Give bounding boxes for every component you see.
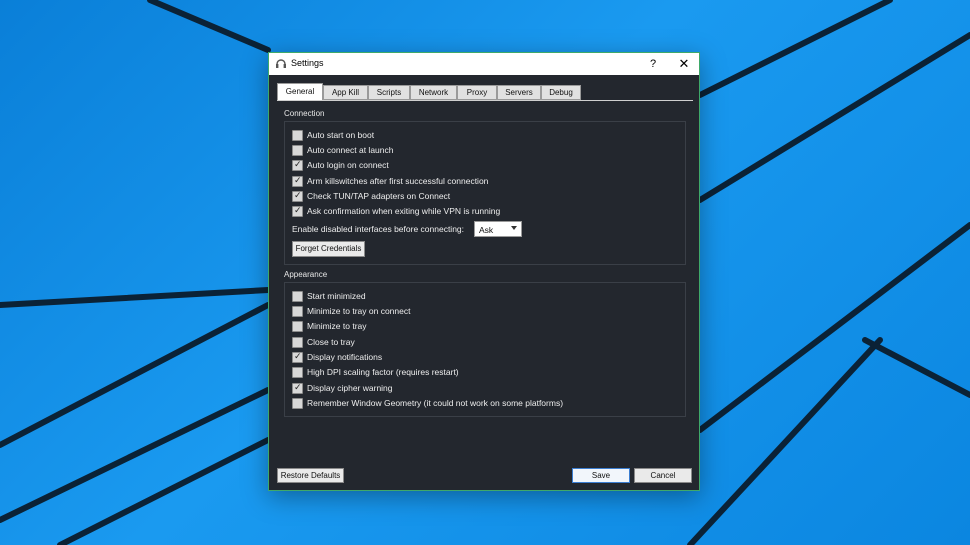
option-label: Minimize to tray on connect xyxy=(307,306,411,316)
checkbox[interactable]: ✓ xyxy=(292,351,303,363)
option-label: Minimize to tray xyxy=(307,321,367,331)
checkbox[interactable] xyxy=(292,306,303,317)
appearance-group xyxy=(284,282,686,417)
tab-proxy[interactable]: Proxy xyxy=(457,85,497,100)
option-label: Auto start on boot xyxy=(307,130,375,140)
option-label: Close to tray xyxy=(307,337,355,347)
cancel-button[interactable]: Cancel xyxy=(634,468,692,483)
interfaces-select-value: Ask xyxy=(479,225,494,235)
tab-servers[interactable]: Servers xyxy=(497,85,541,100)
forget-credentials-button[interactable]: Forget Credentials xyxy=(292,241,365,257)
appearance-section-label: Appearance xyxy=(284,270,328,279)
tab-debug[interactable]: Debug xyxy=(541,85,581,100)
option-label: Display notifications xyxy=(307,352,383,362)
restore-defaults-button[interactable]: Restore Defaults xyxy=(277,468,344,483)
checkbox[interactable] xyxy=(292,367,303,378)
checkbox[interactable]: ✓ xyxy=(292,190,303,202)
help-button[interactable]: ? xyxy=(641,55,665,73)
settings-window: Settings ? ✕ General App Kill Scripts Ne… xyxy=(268,52,700,491)
option-label: Check TUN/TAP adapters on Connect xyxy=(307,191,451,201)
option-label: Auto login on connect xyxy=(307,160,389,170)
option-label: High DPI scaling factor (requires restar… xyxy=(307,367,459,377)
tab-network[interactable]: Network xyxy=(410,85,457,100)
check-icon: ✓ xyxy=(294,382,302,392)
interfaces-label: Enable disabled interfaces before connec… xyxy=(292,224,465,234)
checkbox[interactable] xyxy=(292,145,303,156)
option-label: Remember Window Geometry (it could not w… xyxy=(307,398,564,408)
connection-section-label: Connection xyxy=(284,109,325,118)
option-label: Arm killswitches after first successful … xyxy=(307,176,489,186)
title-bar[interactable]: Settings ? ✕ xyxy=(269,53,699,75)
app-icon xyxy=(276,59,286,68)
tab-divider xyxy=(277,100,693,101)
option-label: Ask confirmation when exiting while VPN … xyxy=(307,206,501,216)
checkbox[interactable] xyxy=(292,130,303,141)
close-icon[interactable]: ✕ xyxy=(671,55,697,73)
tab-scripts[interactable]: Scripts xyxy=(368,85,410,100)
check-icon: ✓ xyxy=(294,190,302,200)
check-icon: ✓ xyxy=(294,159,302,169)
option-label: Display cipher warning xyxy=(307,383,393,393)
checkbox[interactable] xyxy=(292,291,303,302)
window-title: Settings xyxy=(291,58,324,68)
check-icon: ✓ xyxy=(294,351,302,361)
checkbox[interactable]: ✓ xyxy=(292,205,303,217)
option-label: Start minimized xyxy=(307,291,366,301)
interfaces-select[interactable]: Ask xyxy=(474,221,522,237)
checkbox[interactable]: ✓ xyxy=(292,175,303,187)
checkbox[interactable]: ✓ xyxy=(292,159,303,171)
checkbox[interactable] xyxy=(292,398,303,409)
chevron-down-icon xyxy=(511,226,517,230)
tab-app-kill[interactable]: App Kill xyxy=(323,85,368,100)
option-label: Auto connect at launch xyxy=(307,145,394,155)
check-icon: ✓ xyxy=(294,205,302,215)
checkbox[interactable]: ✓ xyxy=(292,382,303,394)
tab-general[interactable]: General xyxy=(277,83,323,101)
checkbox[interactable] xyxy=(292,337,303,348)
save-button[interactable]: Save xyxy=(572,468,630,483)
check-icon: ✓ xyxy=(294,175,302,185)
checkbox[interactable] xyxy=(292,321,303,332)
